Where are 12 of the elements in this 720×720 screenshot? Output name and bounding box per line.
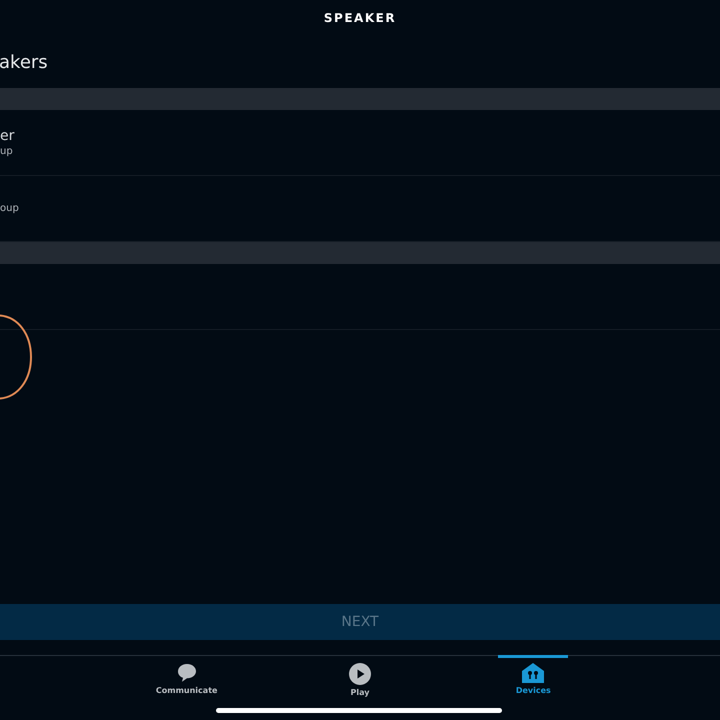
row-subtitle: up bbox=[0, 146, 14, 157]
page-title: akers bbox=[0, 52, 48, 72]
tab[interactable]: Devices bbox=[498, 655, 568, 720]
play-icon bbox=[348, 663, 371, 685]
speech-bubble-icon bbox=[176, 663, 197, 683]
header-title: SPEAKER bbox=[324, 11, 396, 25]
row-title: er bbox=[0, 128, 16, 144]
row-subtitle: oup bbox=[0, 203, 20, 214]
list-row[interactable]: er up bbox=[0, 110, 720, 176]
tab[interactable]: Play bbox=[324, 655, 395, 720]
home-icon bbox=[522, 663, 544, 683]
tab[interactable]: Communicate bbox=[152, 655, 222, 720]
